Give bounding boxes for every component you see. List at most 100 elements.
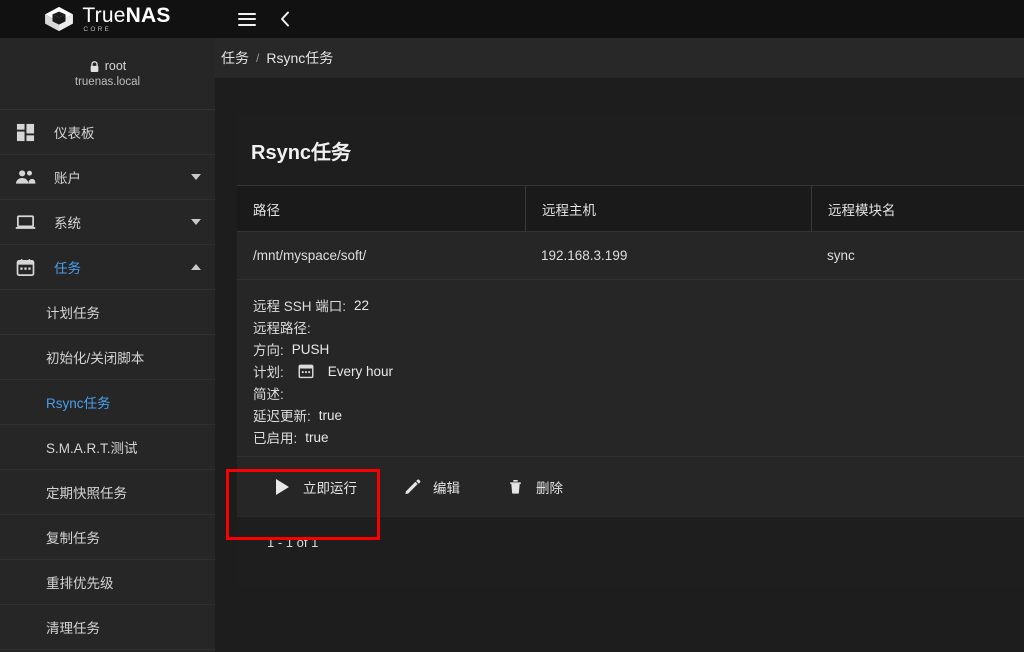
sidebar-nav: 仪表板 账户 xyxy=(0,110,215,652)
chevron-down-icon[interactable] xyxy=(191,219,201,225)
brand-logo: TrueNAS CORE xyxy=(44,5,170,34)
edit-button[interactable]: 编辑 xyxy=(403,477,460,497)
brand-name-nas: NAS xyxy=(126,4,171,27)
cell-remote-module: sync xyxy=(811,248,1024,263)
laptop-icon xyxy=(14,211,36,233)
chevron-left-icon[interactable] xyxy=(269,3,301,35)
sidebar-subitem-periodic-snapshot[interactable]: 定期快照任务 xyxy=(0,470,215,515)
top-bar xyxy=(215,0,1024,38)
username-label: root xyxy=(105,59,127,73)
sidebar-subitem-label: 定期快照任务 xyxy=(46,482,127,502)
detail-delay-updates: 延迟更新: true xyxy=(253,404,1024,426)
run-now-label: 立即运行 xyxy=(303,477,357,497)
sidebar-item-label: 系统 xyxy=(54,212,81,232)
brand-wordmark: TrueNAS CORE xyxy=(82,5,170,34)
page-content: Rsync任务 路径 远程主机 远程模块名 /mnt/myspace/soft/… xyxy=(215,78,1024,652)
sidebar-item-system[interactable]: 系统 xyxy=(0,200,215,245)
column-header-remote-host[interactable]: 远程主机 xyxy=(525,185,811,232)
chevron-down-icon[interactable] xyxy=(191,174,201,180)
breadcrumb-separator: / xyxy=(256,51,259,65)
brand-name-true: True xyxy=(82,4,125,27)
sidebar-item-label: 账户 xyxy=(54,167,81,187)
detail-ssh-port: 远程 SSH 端口: 22 xyxy=(253,294,1024,316)
sidebar-subitem-init-shutdown[interactable]: 初始化/关闭脚本 xyxy=(0,335,215,380)
table-row[interactable]: /mnt/myspace/soft/ 192.168.3.199 sync xyxy=(237,232,1024,280)
detail-description: 简述: xyxy=(253,382,1024,404)
brand-logo-bar[interactable]: TrueNAS CORE xyxy=(0,0,215,38)
detail-key: 方向: xyxy=(253,339,284,359)
column-header-remote-module[interactable]: 远程模块名 xyxy=(811,185,1024,232)
sidebar-subitem-resilver-priority[interactable]: 重排优先级 xyxy=(0,560,215,605)
sidebar-item-tasks[interactable]: 任务 xyxy=(0,245,215,290)
table-header-row: 路径 远程主机 远程模块名 xyxy=(237,185,1024,232)
brand-edition: CORE xyxy=(83,27,111,34)
dashboard-grid-icon xyxy=(14,121,36,143)
paginator: 1 - 1 of 1 xyxy=(237,516,1024,568)
calendar-icon xyxy=(298,363,314,379)
sidebar-item-dashboard[interactable]: 仪表板 xyxy=(0,110,215,155)
expanded-row-details: 远程 SSH 端口: 22 远程路径: 方向: PUSH 计划: xyxy=(237,280,1024,456)
detail-key: 已启用: xyxy=(253,427,297,447)
chevron-up-icon[interactable] xyxy=(191,264,201,270)
detail-value: true xyxy=(305,430,328,445)
sidebar-subitem-cron[interactable]: 计划任务 xyxy=(0,290,215,335)
play-icon xyxy=(273,478,291,496)
sidebar-subitem-label: Rsync任务 xyxy=(46,392,111,412)
sidebar-item-label: 仪表板 xyxy=(54,122,95,142)
detail-key: 远程 SSH 端口: xyxy=(253,295,346,315)
lock-icon xyxy=(89,60,100,72)
rsync-tasks-card: Rsync任务 路径 远程主机 远程模块名 /mnt/myspace/soft/… xyxy=(237,114,1024,586)
sidebar-subitem-label: 复制任务 xyxy=(46,527,100,547)
cell-path: /mnt/myspace/soft/ xyxy=(237,248,525,263)
sidebar: TrueNAS CORE root truenas.local xyxy=(0,0,215,652)
sidebar-subitem-rsync[interactable]: Rsync任务 xyxy=(0,380,215,425)
cell-remote-host: 192.168.3.199 xyxy=(525,248,811,263)
sidebar-subitem-scrub[interactable]: 清理任务 xyxy=(0,605,215,650)
sidebar-item-accounts[interactable]: 账户 xyxy=(0,155,215,200)
detail-value: 22 xyxy=(354,298,369,313)
edit-label: 编辑 xyxy=(433,477,460,497)
detail-enabled: 已启用: true xyxy=(253,426,1024,448)
detail-value: true xyxy=(319,408,342,423)
user-row: root xyxy=(89,59,127,73)
run-now-button[interactable]: 立即运行 xyxy=(273,477,357,497)
breadcrumb-parent[interactable]: 任务 xyxy=(221,48,249,68)
trash-icon xyxy=(506,478,524,496)
sidebar-subitem-label: 计划任务 xyxy=(46,302,100,322)
sidebar-subitem-label: 重排优先级 xyxy=(46,572,114,592)
rsync-tasks-table: 路径 远程主机 远程模块名 /mnt/myspace/soft/ 192.168… xyxy=(237,185,1024,568)
pencil-icon xyxy=(403,478,421,496)
delete-button[interactable]: 删除 xyxy=(506,477,563,497)
sidebar-subitem-label: 初始化/关闭脚本 xyxy=(46,347,144,367)
breadcrumb-current: Rsync任务 xyxy=(266,48,333,68)
detail-value: PUSH xyxy=(292,342,330,357)
sidebar-subitem-smart[interactable]: S.M.A.R.T.测试 xyxy=(0,425,215,470)
delete-label: 删除 xyxy=(536,477,563,497)
breadcrumb: 任务 / Rsync任务 xyxy=(215,38,1024,78)
detail-remote-path: 远程路径: xyxy=(253,316,1024,338)
detail-value: Every hour xyxy=(328,364,393,379)
hamburger-bars xyxy=(238,13,256,26)
detail-key: 延迟更新: xyxy=(253,405,311,425)
column-header-path[interactable]: 路径 xyxy=(237,185,525,232)
detail-key: 简述: xyxy=(253,383,284,403)
sidebar-subitem-label: 清理任务 xyxy=(46,617,100,637)
calendar-icon xyxy=(14,256,36,278)
people-icon xyxy=(14,166,36,188)
detail-key: 计划: xyxy=(253,361,284,381)
truenas-app-window: TrueNAS CORE root truenas.local xyxy=(0,0,1024,652)
page-title: Rsync任务 xyxy=(237,114,1024,185)
user-info-block[interactable]: root truenas.local xyxy=(0,38,215,110)
row-action-bar: 立即运行 编辑 xyxy=(237,456,1024,516)
hostname-label: truenas.local xyxy=(75,76,140,88)
truenas-cube-logo-icon xyxy=(44,6,74,32)
main-area: 任务 / Rsync任务 Rsync任务 路径 远程主机 远程模块名 /mnt/… xyxy=(215,0,1024,652)
paginator-range-label: 1 - 1 of 1 xyxy=(267,535,318,550)
hamburger-menu-icon[interactable] xyxy=(231,3,263,35)
detail-schedule: 计划: Every hour xyxy=(253,360,1024,382)
detail-direction: 方向: PUSH xyxy=(253,338,1024,360)
sidebar-subitem-replication[interactable]: 复制任务 xyxy=(0,515,215,560)
detail-key: 远程路径: xyxy=(253,317,311,337)
sidebar-subitem-label: S.M.A.R.T.测试 xyxy=(46,437,138,457)
sidebar-item-label: 任务 xyxy=(54,257,81,277)
